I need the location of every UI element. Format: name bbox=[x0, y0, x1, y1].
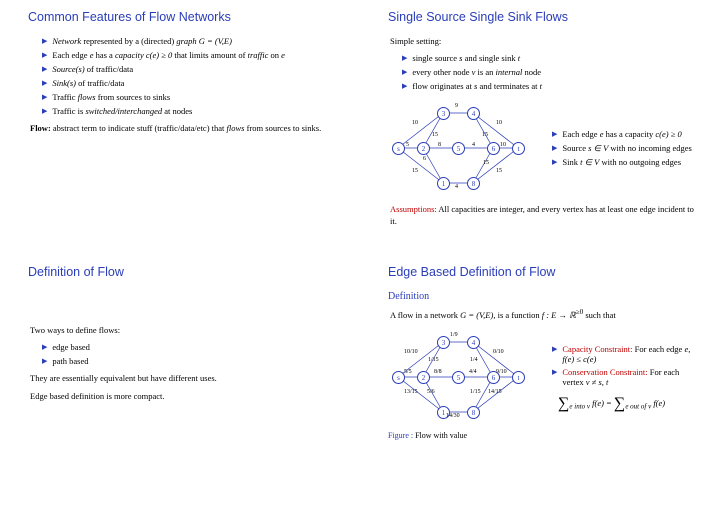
equation: ∑e into v f(e) = ∑e out of v f(e) bbox=[558, 395, 700, 413]
network-figure: 3 4 s 2 5 6 t 1 8 1/9 10/10 1/15 1/4 0/1… bbox=[388, 327, 528, 427]
title: Definition of Flow bbox=[28, 265, 340, 279]
triangle-icon: ▶ bbox=[552, 129, 557, 140]
triangle-icon: ▶ bbox=[42, 356, 47, 367]
bullet: ▶Traffic is switched/interchanged at nod… bbox=[42, 106, 340, 117]
figure-caption: Figure : Flow with value bbox=[388, 431, 700, 440]
triangle-icon: ▶ bbox=[42, 78, 47, 89]
bullet: ▶edge based bbox=[42, 342, 340, 353]
network-figure: 3 4 s 2 5 6 t 1 8 9 10 10 15 15 5 8 4 10… bbox=[388, 98, 528, 198]
definition-text: A flow in a network G = (V,E), is a func… bbox=[390, 308, 700, 321]
paragraph: Two ways to define flows: bbox=[30, 325, 340, 336]
triangle-icon: ▶ bbox=[42, 342, 47, 353]
triangle-icon: ▶ bbox=[402, 81, 407, 92]
side-bullets: ▶Capacity Constraint: For each edge e, f… bbox=[538, 341, 700, 413]
triangle-icon: ▶ bbox=[42, 106, 47, 117]
bullet: ▶path based bbox=[42, 356, 340, 367]
paragraph: Edge based definition is more compact. bbox=[30, 391, 340, 402]
slide-common-features: Common Features of Flow Networks ▶Networ… bbox=[0, 0, 360, 255]
slide-edge-based: Edge Based Definition of Flow Definition… bbox=[360, 255, 720, 510]
side-bullets: ▶Each edge e has a capacity c(e) ≥ 0 ▶So… bbox=[538, 126, 700, 171]
bullet: ▶Source(s) of traffic/data bbox=[42, 64, 340, 75]
triangle-icon: ▶ bbox=[552, 157, 557, 168]
triangle-icon: ▶ bbox=[42, 64, 47, 75]
triangle-icon: ▶ bbox=[42, 92, 47, 103]
bullet: ▶flow originates at s and terminates at … bbox=[402, 81, 700, 92]
slide-single-source: Single Source Single Sink Flows Simple s… bbox=[360, 0, 720, 255]
title: Common Features of Flow Networks bbox=[28, 10, 340, 24]
paragraph: They are essentially equivalent but have… bbox=[30, 373, 340, 384]
triangle-icon: ▶ bbox=[552, 143, 557, 154]
triangle-icon: ▶ bbox=[552, 344, 557, 355]
definition-heading: Definition bbox=[388, 291, 700, 302]
triangle-icon: ▶ bbox=[42, 50, 47, 61]
title: Single Source Single Sink Flows bbox=[388, 10, 700, 24]
triangle-icon: ▶ bbox=[42, 36, 47, 47]
bullet: ▶Each edge e has a capacity c(e) ≥ 0 tha… bbox=[42, 50, 340, 61]
intro: Simple setting: bbox=[390, 36, 700, 47]
bullet: ▶Traffic flows from sources to sinks bbox=[42, 92, 340, 103]
title: Edge Based Definition of Flow bbox=[388, 265, 700, 279]
bullet: ▶every other node v is an internal node bbox=[402, 67, 700, 78]
assumptions: Assumptions: All capacities are integer,… bbox=[390, 204, 700, 227]
slide-definition: Definition of Flow Two ways to define fl… bbox=[0, 255, 360, 510]
triangle-icon: ▶ bbox=[402, 53, 407, 64]
bullet: ▶Network represented by a (directed) gra… bbox=[42, 36, 340, 47]
bullet: ▶single source s and single sink t bbox=[402, 53, 700, 64]
triangle-icon: ▶ bbox=[402, 67, 407, 78]
triangle-icon: ▶ bbox=[552, 367, 557, 378]
bullet: ▶Sink(s) of traffic/data bbox=[42, 78, 340, 89]
paragraph: Flow: abstract term to indicate stuff (t… bbox=[30, 123, 340, 134]
